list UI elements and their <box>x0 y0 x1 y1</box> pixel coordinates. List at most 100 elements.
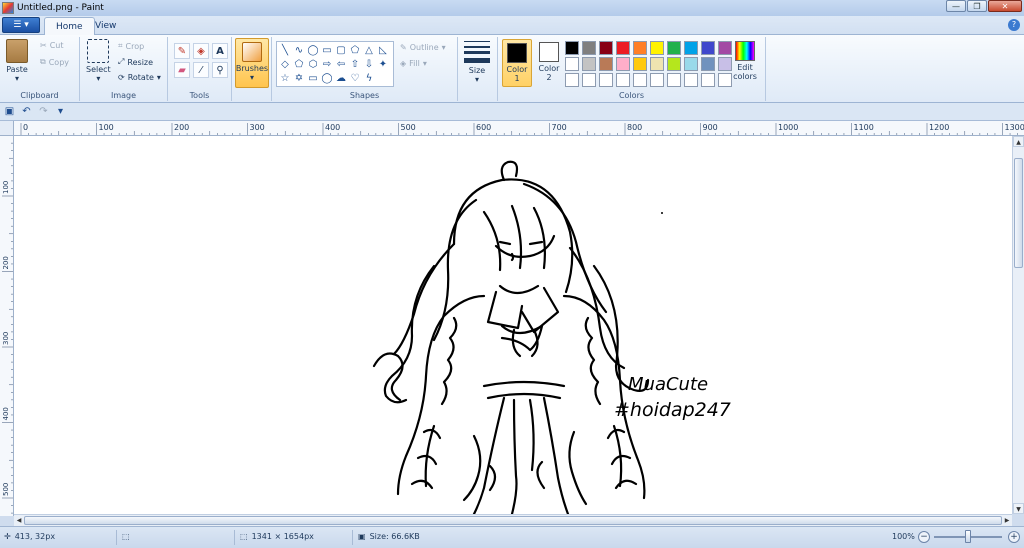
magnifier-icon[interactable]: ⚲ <box>212 62 228 78</box>
callout-rect-shape-icon[interactable]: ▭ <box>306 71 320 85</box>
size-button[interactable]: Size ▾ <box>464 41 490 84</box>
vertical-scrollbar[interactable]: ▲ ▼ <box>1012 136 1024 514</box>
crop-button[interactable]: ⌗ Crop <box>118 41 144 51</box>
callout-cloud-shape-icon[interactable]: ☁ <box>334 71 348 85</box>
scissors-icon: ✂ <box>40 41 47 50</box>
palette-color-swatch[interactable] <box>599 73 613 87</box>
palette-color-swatch[interactable] <box>650 57 664 71</box>
palette-color-swatch[interactable] <box>650 73 664 87</box>
palette-color-swatch[interactable] <box>565 57 579 71</box>
polygon-shape-icon[interactable]: ⬠ <box>348 43 362 57</box>
palette-color-swatch[interactable] <box>684 41 698 55</box>
fill-bucket-icon[interactable]: ◈ <box>193 43 209 59</box>
status-bar: ✛ 413, 32px ⬚ ⬚ 1341 × 1654px ▣ Size: 66… <box>0 526 1024 548</box>
paint-menu-button[interactable]: ☰ ▾ <box>2 17 40 33</box>
palette-color-swatch[interactable] <box>599 57 613 71</box>
palette-color-swatch[interactable] <box>565 41 579 55</box>
select-button[interactable]: Select ▾ <box>86 39 111 83</box>
color2-button[interactable]: Color 2 <box>534 39 564 87</box>
diamond-shape-icon[interactable]: ◇ <box>278 57 292 71</box>
scroll-left-icon[interactable]: ◀ <box>14 515 24 526</box>
rounded-rect-shape-icon[interactable]: ▢ <box>334 43 348 57</box>
close-button[interactable]: ✕ <box>988 0 1022 12</box>
palette-color-swatch[interactable] <box>633 73 647 87</box>
redo-icon[interactable]: ↷ <box>38 106 49 117</box>
down-arrow-shape-icon[interactable]: ⇩ <box>362 57 376 71</box>
zoom-out-button[interactable]: − <box>918 531 930 543</box>
image-group: Select ▾ ⌗ Crop ⤢ Resize ⟳ Rotate ▾ Image <box>80 37 168 101</box>
zoom-slider-thumb[interactable] <box>965 530 971 543</box>
palette-color-swatch[interactable] <box>582 73 596 87</box>
brushes-button[interactable]: Brushes ▾ <box>235 38 269 88</box>
edit-colors-label: Edit colors <box>733 63 757 81</box>
heart-shape-icon[interactable]: ♡ <box>348 71 362 85</box>
text-icon[interactable]: A <box>212 43 228 59</box>
scroll-up-icon[interactable]: ▲ <box>1013 136 1024 147</box>
palette-color-swatch[interactable] <box>650 41 664 55</box>
lightning-shape-icon[interactable]: ϟ <box>362 71 376 85</box>
tab-view[interactable]: View <box>84 17 127 35</box>
hexagon-shape-icon[interactable]: ⬡ <box>306 57 320 71</box>
up-arrow-shape-icon[interactable]: ⇧ <box>348 57 362 71</box>
palette-color-swatch[interactable] <box>701 41 715 55</box>
pentagon-shape-icon[interactable]: ⬠ <box>292 57 306 71</box>
eraser-icon[interactable]: ▰ <box>174 62 190 78</box>
palette-color-swatch[interactable] <box>616 57 630 71</box>
palette-color-swatch[interactable] <box>565 73 579 87</box>
scroll-right-icon[interactable]: ▶ <box>1002 515 1012 526</box>
drawing-canvas[interactable]: MuaCute #hoidap247 <box>14 136 1012 514</box>
palette-color-swatch[interactable] <box>684 57 698 71</box>
zoom-in-button[interactable]: + <box>1008 531 1020 543</box>
scroll-down-icon[interactable]: ▼ <box>1013 503 1024 514</box>
outline-button[interactable]: ✎ Outline ▾ <box>400 43 446 52</box>
menu-icon: ☰ ▾ <box>13 20 29 30</box>
palette-color-swatch[interactable] <box>667 41 681 55</box>
paint-app-icon <box>2 2 14 14</box>
palette-color-swatch[interactable] <box>701 73 715 87</box>
palette-color-swatch[interactable] <box>616 41 630 55</box>
horizontal-scrollbar[interactable]: ◀ ▶ <box>14 514 1012 526</box>
edit-colors-button[interactable]: Edit colors <box>730 41 760 81</box>
minimize-button[interactable]: — <box>946 0 966 12</box>
oval-shape-icon[interactable]: ◯ <box>306 43 320 57</box>
rotate-button[interactable]: ⟳ Rotate ▾ <box>118 73 161 82</box>
triangle-shape-icon[interactable]: △ <box>362 43 376 57</box>
palette-color-swatch[interactable] <box>667 73 681 87</box>
six-point-star-shape-icon[interactable]: ✡ <box>292 71 306 85</box>
palette-color-swatch[interactable] <box>582 57 596 71</box>
cut-button[interactable]: ✂ Cut <box>40 41 64 50</box>
palette-color-swatch[interactable] <box>633 57 647 71</box>
palette-color-swatch[interactable] <box>684 73 698 87</box>
save-icon[interactable]: ▣ <box>4 106 15 117</box>
horizontal-scroll-thumb[interactable] <box>24 516 1002 525</box>
line-shape-icon[interactable]: ╲ <box>278 43 292 57</box>
color1-button[interactable]: Color 1 <box>502 39 532 87</box>
chevron-down-icon: ▾ <box>96 74 101 83</box>
vertical-scroll-thumb[interactable] <box>1014 158 1023 268</box>
palette-color-swatch[interactable] <box>582 41 596 55</box>
palette-color-swatch[interactable] <box>616 73 630 87</box>
right-arrow-shape-icon[interactable]: ⇨ <box>320 57 334 71</box>
five-point-star-shape-icon[interactable]: ☆ <box>278 71 292 85</box>
left-arrow-shape-icon[interactable]: ⇦ <box>334 57 348 71</box>
undo-icon[interactable]: ↶ <box>21 106 32 117</box>
callout-oval-shape-icon[interactable]: ◯ <box>320 71 334 85</box>
copy-button[interactable]: ⧉ Copy <box>40 57 69 67</box>
palette-color-swatch[interactable] <box>599 41 613 55</box>
resize-button[interactable]: ⤢ Resize <box>118 57 153 67</box>
curve-shape-icon[interactable]: ∿ <box>292 43 306 57</box>
four-point-star-shape-icon[interactable]: ✦ <box>376 57 390 71</box>
palette-color-swatch[interactable] <box>633 41 647 55</box>
rectangle-shape-icon[interactable]: ▭ <box>320 43 334 57</box>
palette-color-swatch[interactable] <box>667 57 681 71</box>
help-icon[interactable]: ? <box>1008 19 1020 31</box>
right-triangle-shape-icon[interactable]: ◺ <box>376 43 390 57</box>
color-picker-icon[interactable]: ⁄ <box>193 62 209 78</box>
pencil-icon[interactable]: ✎ <box>174 43 190 59</box>
fill-button[interactable]: ◈ Fill ▾ <box>400 59 427 68</box>
restore-button[interactable]: ❐ <box>967 0 987 12</box>
palette-color-swatch[interactable] <box>701 57 715 71</box>
paste-button[interactable]: Paste ▾ <box>6 39 28 83</box>
customize-toolbar-icon[interactable]: ▾ <box>55 106 66 117</box>
shapes-gallery[interactable]: ╲ ∿ ◯ ▭ ▢ ⬠ △ ◺ ◇ ⬠ ⬡ ⇨ ⇦ ⇧ ⇩ ✦ ☆ ✡ ▭ ◯ … <box>276 41 394 87</box>
